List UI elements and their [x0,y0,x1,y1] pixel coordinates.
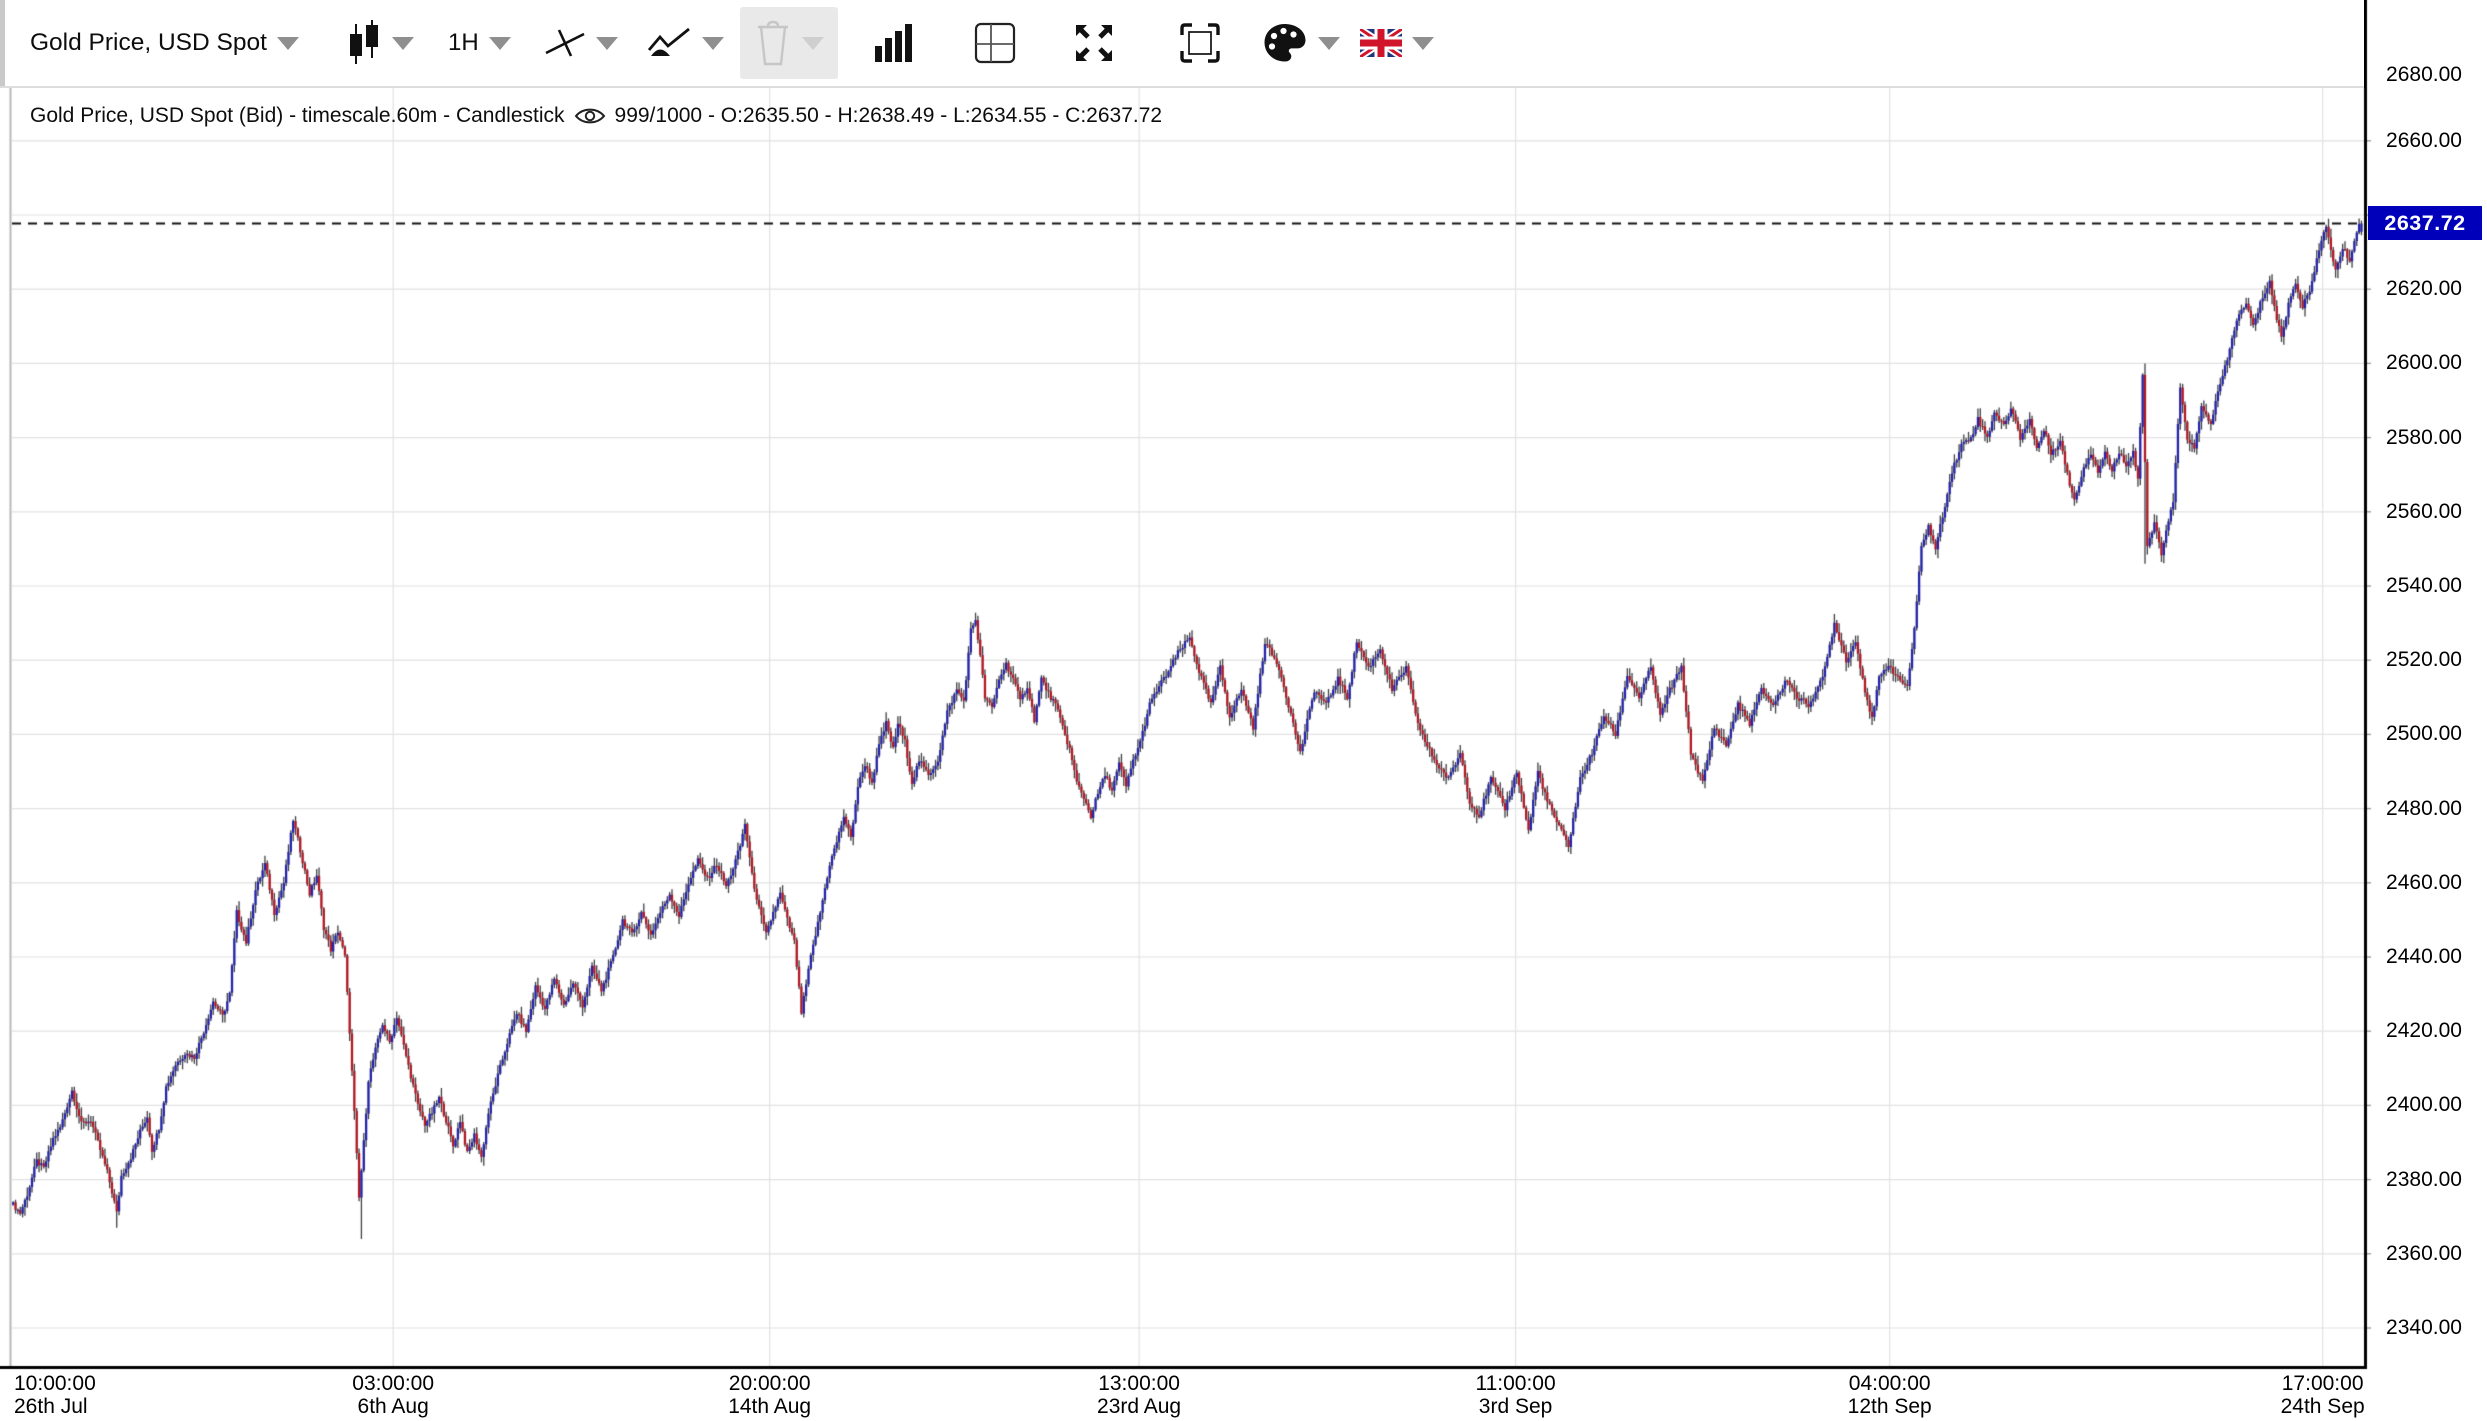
price-axis-label: 2680.00 [2366,62,2482,88]
candlestick-icon [346,20,382,66]
time-axis-label: 20:00:0014th Aug [728,1372,811,1418]
trendline-tool-button[interactable] [544,0,618,86]
trash-icon [754,20,792,66]
time-axis-label: 17:00:0024th Sep [2281,1372,2365,1418]
price-axis-label: 2520.00 [2366,647,2482,673]
language-selector[interactable] [1360,0,1434,86]
time-axis-label: 04:00:0012th Sep [1848,1372,1932,1418]
candlestick-chart-canvas[interactable] [0,0,2487,1421]
trendline-icon [544,24,586,62]
price-axis-label: 2620.00 [2366,276,2482,302]
histogram-bars-icon [873,22,915,64]
appearance-button[interactable] [1262,0,1340,86]
expand-arrows-icon [1073,22,1115,64]
price-axis-label: 2340.00 [2366,1315,2482,1341]
chevron-down-icon [1412,37,1434,50]
chevron-down-icon [1318,37,1340,50]
chevron-down-icon [277,37,299,50]
frame-corners-icon [1179,22,1221,64]
price-axis-label: 2380.00 [2366,1167,2482,1193]
symbol-selector[interactable]: Gold Price, USD Spot [30,0,299,86]
price-axis-label: 2660.00 [2366,128,2482,154]
last-price-tag: 2637.72 [2368,206,2482,240]
price-axis-label: 2600.00 [2366,350,2482,376]
indicators-button[interactable] [646,0,724,86]
chart-title-ohlc: 999/1000 - O:2635.50 - H:2638.49 - L:263… [615,104,1163,128]
delete-drawings-button[interactable] [740,7,838,79]
price-axis-label: 2540.00 [2366,573,2482,599]
price-axis-label: 2560.00 [2366,499,2482,525]
price-axis-label: 2580.00 [2366,425,2482,451]
price-axis-label: 2360.00 [2366,1241,2482,1267]
snapshot-frame-button[interactable] [1179,0,1221,86]
time-axis-label: 10:00:0026th Jul [14,1372,96,1418]
price-axis-label: 2480.00 [2366,796,2482,822]
chart-style-button[interactable] [346,0,414,86]
price-axis-label: 2500.00 [2366,721,2482,747]
price-axis-label: 2420.00 [2366,1018,2482,1044]
time-axis-label: 11:00:003rd Sep [1475,1372,1555,1418]
symbol-label: Gold Price, USD Spot [30,29,267,57]
chevron-down-icon [392,37,414,50]
chevron-down-icon [489,37,511,50]
time-axis-label: 03:00:006th Aug [352,1372,434,1418]
timeframe-selector[interactable]: 1H [448,0,511,86]
chart-title: Gold Price, USD Spot (Bid) - timescale.6… [30,104,1162,128]
window-edge-strip [0,0,5,88]
price-axis-label: 2460.00 [2366,870,2482,896]
palette-icon [1262,22,1308,64]
fullscreen-button[interactable] [1073,0,1115,86]
gold-price-chart-app: Gold Price, USD Spot 1H [0,0,2487,1421]
chevron-down-icon [596,37,618,50]
volume-histogram-button[interactable] [873,0,915,86]
grid-settings-button[interactable] [973,0,1017,86]
zigzag-indicator-icon [646,25,692,61]
eye-icon[interactable] [574,106,606,126]
chart-title-series: Gold Price, USD Spot (Bid) - timescale.6… [30,104,565,128]
chart-toolbar: Gold Price, USD Spot 1H [0,0,2364,88]
uk-flag-icon [1360,29,1402,57]
time-axis-label: 13:00:0023rd Aug [1097,1372,1181,1418]
chevron-down-icon [702,37,724,50]
toolbar-separator [0,86,2364,88]
timeframe-label: 1H [448,29,479,57]
price-axis-label: 2440.00 [2366,944,2482,970]
chevron-down-icon [802,37,824,50]
price-axis-label: 2400.00 [2366,1092,2482,1118]
grid-crosshair-icon [973,21,1017,65]
